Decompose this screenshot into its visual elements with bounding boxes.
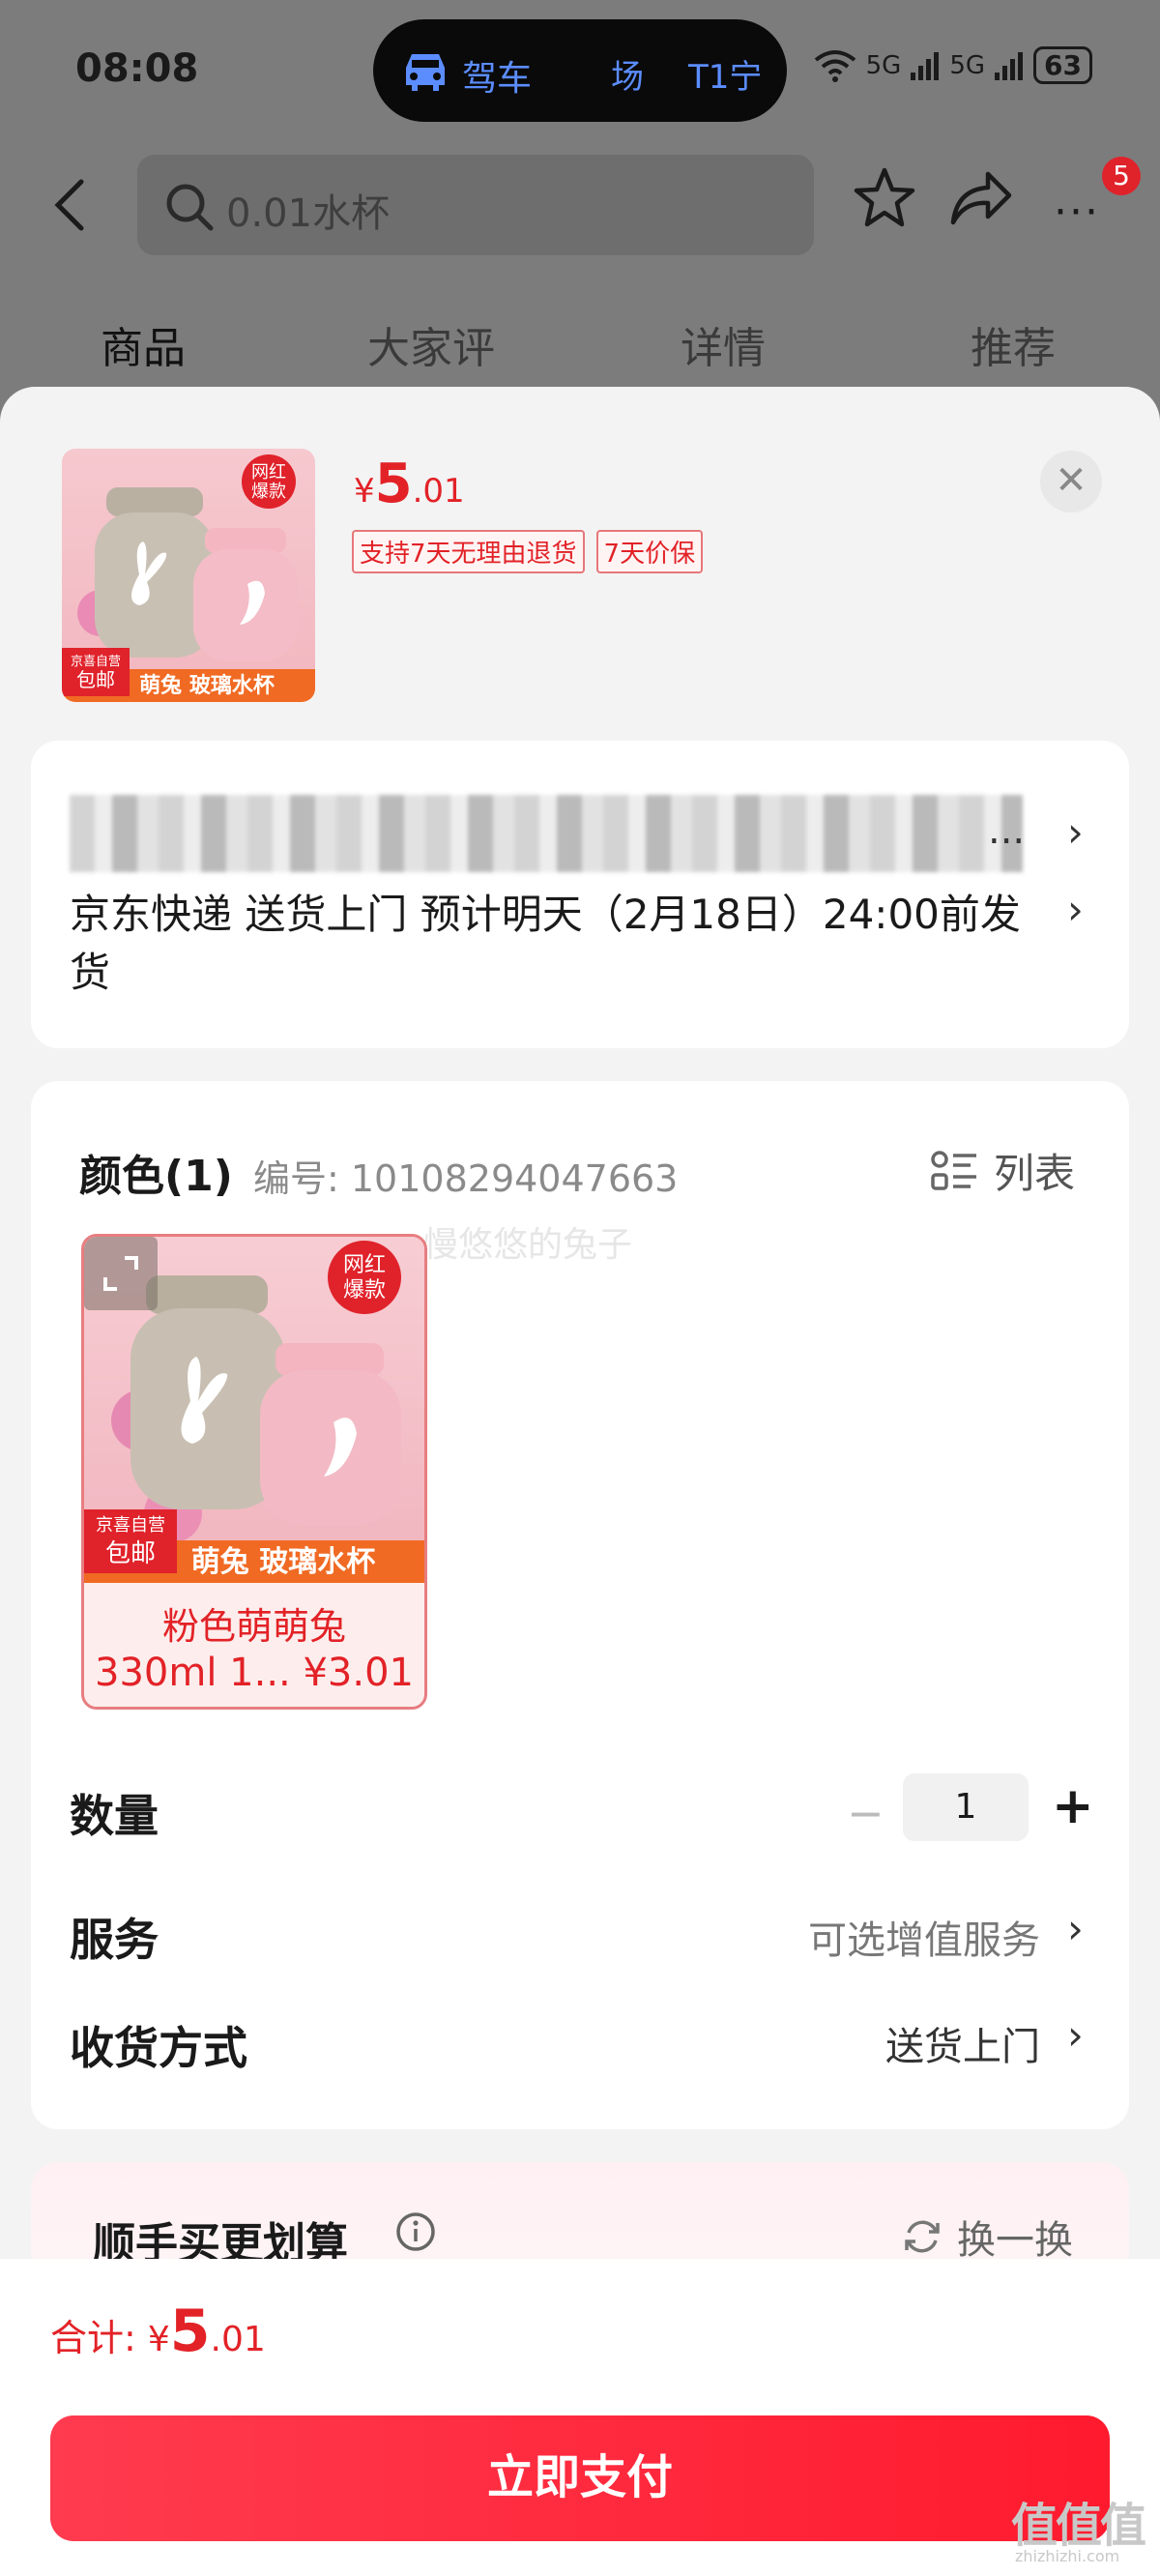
sku-name: 粉色萌萌兔 xyxy=(161,1605,346,1648)
service-label: 服务 xyxy=(70,1914,159,1966)
system-icons: 5G 5G 63 xyxy=(812,46,1092,84)
list-view-toggle[interactable]: 列表 xyxy=(930,1141,1075,1200)
price-integer: 5 xyxy=(374,453,413,515)
address-card[interactable]: ... › 京东快递 送货上门 预计明天（2月18日）24:00前发货 › xyxy=(31,741,1129,1048)
search-input[interactable]: 0.01水杯 xyxy=(137,155,814,255)
tab-reviews[interactable]: 大家评 xyxy=(367,313,495,375)
delivery-method-value[interactable]: 送货上门 xyxy=(885,2015,1040,2071)
sku-selection-sheet: 网红 爆款 萌兔 玻璃水杯 京喜自营 包邮 ¥5.01 支持7天无理由退货 7天… xyxy=(0,387,1160,2576)
tag-return-policy: 支持7天无理由退货 xyxy=(352,530,585,573)
total-price: 合计: ¥5.01 xyxy=(50,2298,266,2365)
island-text-field: 场 xyxy=(611,58,644,97)
tag-price-protect: 7天价保 xyxy=(595,530,704,573)
sku-price: 330ml 1... ¥3.01 xyxy=(95,1651,414,1695)
site-watermark-sub: zhizhizhi.com xyxy=(1015,2547,1120,2565)
user-watermark: 慢悠悠的兔子 xyxy=(423,1225,633,1265)
sheet-header: 网红 爆款 萌兔 玻璃水杯 京喜自营 包邮 ¥5.01 支持7天无理由退货 7天… xyxy=(0,387,1160,735)
refresh-label: 换一换 xyxy=(957,2218,1073,2263)
network-label-2: 5G xyxy=(949,50,986,80)
car-icon xyxy=(406,54,445,91)
thumb-badge-line1: 网红 xyxy=(251,462,286,483)
thumb-store-text: 京喜自营 xyxy=(71,655,121,669)
site-watermark-main: 值值值 xyxy=(1011,2499,1146,2553)
island-text-drive: 驾车 xyxy=(462,59,533,99)
search-query: 0.01水杯 xyxy=(226,191,391,236)
sku-banner-text: 萌兔 玻璃水杯 xyxy=(191,1545,375,1579)
tab-recommend[interactable]: 推荐 xyxy=(971,313,1056,375)
tab-product[interactable]: 商品 xyxy=(101,313,186,375)
total-decimal: .01 xyxy=(210,2320,266,2359)
thumb-badge-line2: 爆款 xyxy=(251,482,286,502)
message-badge: 5 xyxy=(1102,157,1141,195)
product-image: 网红 爆款 萌兔 玻璃水杯 京喜自营 包邮 xyxy=(62,449,315,702)
refresh-button[interactable]: 换一换 xyxy=(901,2209,1073,2265)
signal-icon xyxy=(911,51,940,80)
service-chevron-icon[interactable]: › xyxy=(1067,1905,1084,1952)
product-thumbnail[interactable]: 网红 爆款 萌兔 玻璃水杯 京喜自营 包邮 xyxy=(62,449,315,702)
tab-details[interactable]: 详情 xyxy=(681,313,766,375)
close-icon[interactable]: ✕ xyxy=(1040,451,1102,512)
total-integer: 5 xyxy=(169,2298,211,2365)
dynamic-island[interactable]: 驾车 场 T1宁 xyxy=(373,19,787,122)
quantity-decrease-button[interactable]: − xyxy=(847,1787,884,1839)
sku-store-text: 京喜自营 xyxy=(96,1515,165,1536)
spec-card: 颜色(1) 编号: 10108294047663 列表 慢悠悠的兔子 网红 爆款… xyxy=(31,1081,1129,2129)
refresh-icon xyxy=(905,2220,940,2253)
info-icon[interactable] xyxy=(394,2210,437,2253)
shipping-info: 京东快递 送货上门 预计明天（2月18日）24:00前发货 xyxy=(70,891,1021,996)
sku-number: 编号: 10108294047663 xyxy=(253,1157,679,1200)
quantity-increase-button[interactable]: + xyxy=(1052,1777,1094,1835)
checkout-bar: 合计: ¥5.01 立即支付 xyxy=(0,2259,1160,2576)
address-chevron-icon[interactable]: › xyxy=(1067,808,1084,856)
redacted-address xyxy=(70,795,1023,872)
island-text-terminal: T1宁 xyxy=(688,58,763,97)
list-view-label: 列表 xyxy=(994,1150,1076,1197)
pay-now-button[interactable]: 立即支付 xyxy=(50,2415,1110,2541)
battery-icon: 63 xyxy=(1033,46,1092,84)
total-currency: ¥ xyxy=(147,2320,170,2359)
clock: 08:08 xyxy=(75,46,199,91)
status-bar: 08:08 驾车 场 T1宁 5G 5G 63 xyxy=(0,0,1160,145)
quantity-label: 数量 xyxy=(70,1790,159,1842)
site-watermark: 值值值 zhizhizhi.com xyxy=(1011,2487,1156,2572)
total-label: 合计: xyxy=(50,2317,148,2359)
search-icon xyxy=(166,184,214,231)
thumb-ship-text: 包邮 xyxy=(76,668,115,691)
top-nav: 0.01水杯 ··· 5 xyxy=(0,145,1160,261)
network-label-1: 5G xyxy=(865,50,902,80)
delivery-chevron-icon[interactable]: › xyxy=(1067,2011,1084,2059)
sku-badge-line2: 爆款 xyxy=(343,1278,386,1303)
quantity-input[interactable]: 1 xyxy=(903,1773,1029,1841)
sku-badge-line1: 网红 xyxy=(343,1253,386,1277)
product-tabs: 商品 大家评 详情 推荐 xyxy=(0,290,1160,387)
color-section-title: 颜色(1) xyxy=(79,1152,233,1201)
back-arrow-icon[interactable] xyxy=(46,176,93,234)
delivery-method-label: 收货方式 xyxy=(70,2022,247,2074)
service-value[interactable]: 可选增值服务 xyxy=(808,1909,1040,1965)
more-menu-icon[interactable]: ··· xyxy=(1054,188,1100,237)
product-price: ¥5.01 xyxy=(354,453,465,515)
share-icon[interactable] xyxy=(947,164,1015,232)
sku-ship-text: 包邮 xyxy=(105,1539,156,1568)
price-currency: ¥ xyxy=(354,472,375,511)
thumb-banner-text: 萌兔 玻璃水杯 xyxy=(139,673,275,698)
service-tags: 支持7天无理由退货 7天价保 xyxy=(352,530,704,573)
wifi-icon xyxy=(814,49,856,82)
shipping-chevron-icon[interactable]: › xyxy=(1067,886,1084,933)
sku-image: 网红 爆款 萌兔 玻璃水杯 京喜自营 包邮 xyxy=(84,1237,424,1583)
favorite-star-icon[interactable] xyxy=(851,164,918,232)
price-decimal: .01 xyxy=(412,472,465,511)
signal-icon-2 xyxy=(995,51,1024,80)
address-ellipsis: ... xyxy=(988,808,1026,853)
sku-option-pink-rabbit[interactable]: 网红 爆款 萌兔 玻璃水杯 京喜自营 包邮 粉色萌萌兔 330ml 1... ¥… xyxy=(81,1234,427,1710)
list-icon xyxy=(931,1150,976,1190)
